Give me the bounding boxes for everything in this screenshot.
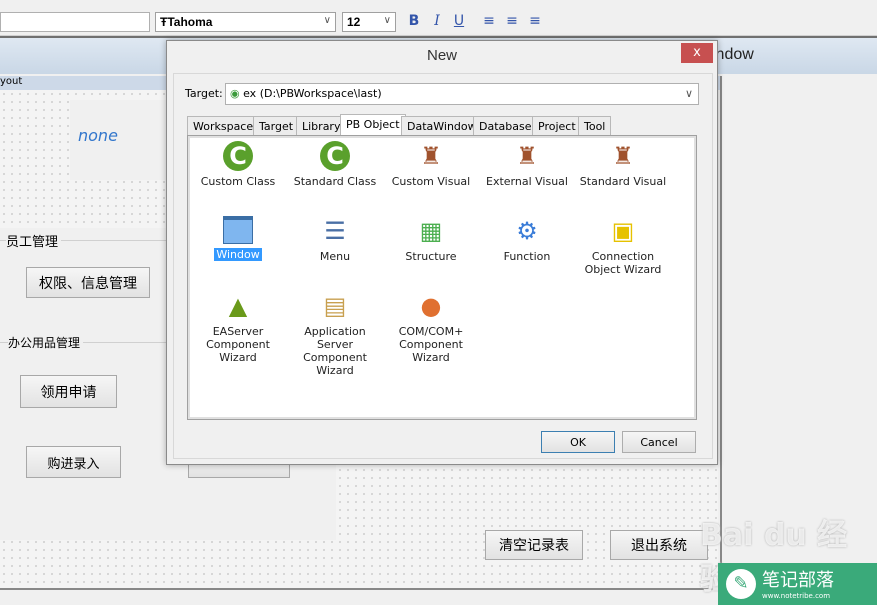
tab-datawindow[interactable]: DataWindow xyxy=(401,116,483,135)
target-value: ex (D:\PBWorkspace\last) xyxy=(243,87,382,100)
item-appserver-wizard[interactable]: ▤ Application Server Component Wizard xyxy=(287,291,383,378)
item-external-visual[interactable]: ♜ External Visual xyxy=(479,141,575,189)
target-label: Target: xyxy=(185,87,223,100)
chevron-down-icon: ∨ xyxy=(323,15,331,26)
notetribe-logo: 笔记部落 www.notetribe.com ✎ xyxy=(718,563,877,605)
item-label: Function xyxy=(503,250,551,263)
standard-class-icon: C xyxy=(320,141,350,171)
item-label: Connection Object Wizard xyxy=(584,250,662,276)
external-visual-icon: ♜ xyxy=(516,141,538,170)
item-com-wizard[interactable]: ● COM/COM+ Component Wizard xyxy=(383,291,479,365)
window-title: indow xyxy=(712,46,754,63)
style-combo[interactable] xyxy=(0,12,150,32)
close-button[interactable]: x xyxy=(681,43,713,63)
italic-button[interactable]: I xyxy=(428,13,446,29)
item-standard-visual[interactable]: ♜ Standard Visual xyxy=(575,141,671,189)
layout-title: yout xyxy=(0,76,23,87)
structure-icon: ▦ xyxy=(419,216,443,245)
font-value: Tahoma xyxy=(167,15,213,29)
item-label: Application Server Component Wizard xyxy=(303,325,367,377)
tab-library[interactable]: Library xyxy=(296,116,347,135)
item-standard-class[interactable]: C Standard Class xyxy=(287,141,383,188)
menu-icon: ☰ xyxy=(324,216,346,245)
item-label: Structure xyxy=(405,250,457,263)
align-right-icon[interactable]: ≡ xyxy=(526,13,544,29)
appserver-wizard-icon: ▤ xyxy=(323,291,347,320)
item-function[interactable]: ⚙ Function xyxy=(479,216,575,264)
item-label: Standard Visual xyxy=(579,175,667,188)
item-connection-wizard[interactable]: ▣ Connection Object Wizard xyxy=(575,216,671,277)
font-combo[interactable]: ŦTahoma ∨ xyxy=(155,12,336,32)
com-wizard-icon: ● xyxy=(420,291,442,320)
item-label: EAServer Component Wizard xyxy=(206,325,270,364)
dialog-title: New xyxy=(426,47,457,64)
chevron-down-icon: ∨ xyxy=(684,87,693,100)
item-custom-class[interactable]: C Custom Class xyxy=(190,141,286,188)
custom-visual-icon: ♜ xyxy=(420,141,442,170)
standard-visual-icon: ♜ xyxy=(612,141,634,170)
align-left-icon[interactable]: ≡ xyxy=(480,13,498,29)
permissions-button[interactable]: 权限、信息管理 xyxy=(26,267,150,298)
target-select[interactable]: ◉ ex (D:\PBWorkspace\last) ∨ xyxy=(225,83,699,105)
purchase-button[interactable]: 购进录入 xyxy=(26,446,121,478)
easerver-wizard-icon: ▲ xyxy=(228,291,248,320)
logo-url: www.notetribe.com xyxy=(762,592,831,600)
connection-wizard-icon: ▣ xyxy=(611,216,635,245)
tab-target[interactable]: Target xyxy=(253,116,300,135)
font-size-combo[interactable]: 12 ∨ xyxy=(342,12,396,32)
tab-tool[interactable]: Tool xyxy=(578,116,612,135)
cancel-button[interactable]: Cancel xyxy=(622,431,696,453)
chevron-down-icon: ∨ xyxy=(383,15,391,26)
item-window[interactable]: Window xyxy=(190,216,286,261)
item-menu[interactable]: ☰ Menu xyxy=(287,216,383,264)
underline-button[interactable]: U xyxy=(450,13,468,29)
item-easerver-wizard[interactable]: ▲ EAServer Component Wizard xyxy=(190,291,286,365)
item-label: Custom Class xyxy=(200,175,276,188)
ok-button[interactable]: OK xyxy=(541,431,615,453)
font-size-value: 12 xyxy=(347,15,361,29)
tab-workspace[interactable]: Workspace xyxy=(187,116,260,135)
requisition-button[interactable]: 领用申请 xyxy=(20,375,117,408)
item-label: Custom Visual xyxy=(391,175,471,188)
item-label: Menu xyxy=(319,250,351,263)
pencil-icon: ✎ xyxy=(726,569,756,599)
item-structure[interactable]: ▦ Structure xyxy=(383,216,479,264)
group-staff: 员工管理 xyxy=(6,231,62,250)
align-center-icon[interactable]: ≡ xyxy=(503,13,521,29)
item-custom-visual[interactable]: ♜ Custom Visual xyxy=(383,141,479,189)
new-dialog: New x Target: ◉ ex (D:\PBWorkspace\last)… xyxy=(166,40,718,465)
target-radio-icon: ◉ xyxy=(230,87,240,100)
logo-text: 笔记部落 xyxy=(762,570,834,591)
bold-button[interactable]: B xyxy=(405,13,423,29)
item-label: External Visual xyxy=(486,175,568,188)
window-icon xyxy=(223,216,253,244)
tab-project[interactable]: Project xyxy=(532,116,582,135)
group-office-supplies: 办公用品管理 xyxy=(8,334,84,351)
function-icon: ⚙ xyxy=(516,216,538,245)
item-label: Standard Class xyxy=(293,175,377,188)
none-label: none xyxy=(78,126,118,145)
item-label: Window xyxy=(214,248,262,261)
tab-pb-object[interactable]: PB Object xyxy=(340,114,406,136)
exit-button[interactable]: 退出系统 xyxy=(610,530,708,560)
tab-database[interactable]: Database xyxy=(473,116,538,135)
clear-records-button[interactable]: 清空记录表 xyxy=(485,530,583,560)
custom-class-icon: C xyxy=(223,141,253,171)
item-label: COM/COM+ Component Wizard xyxy=(398,325,464,364)
